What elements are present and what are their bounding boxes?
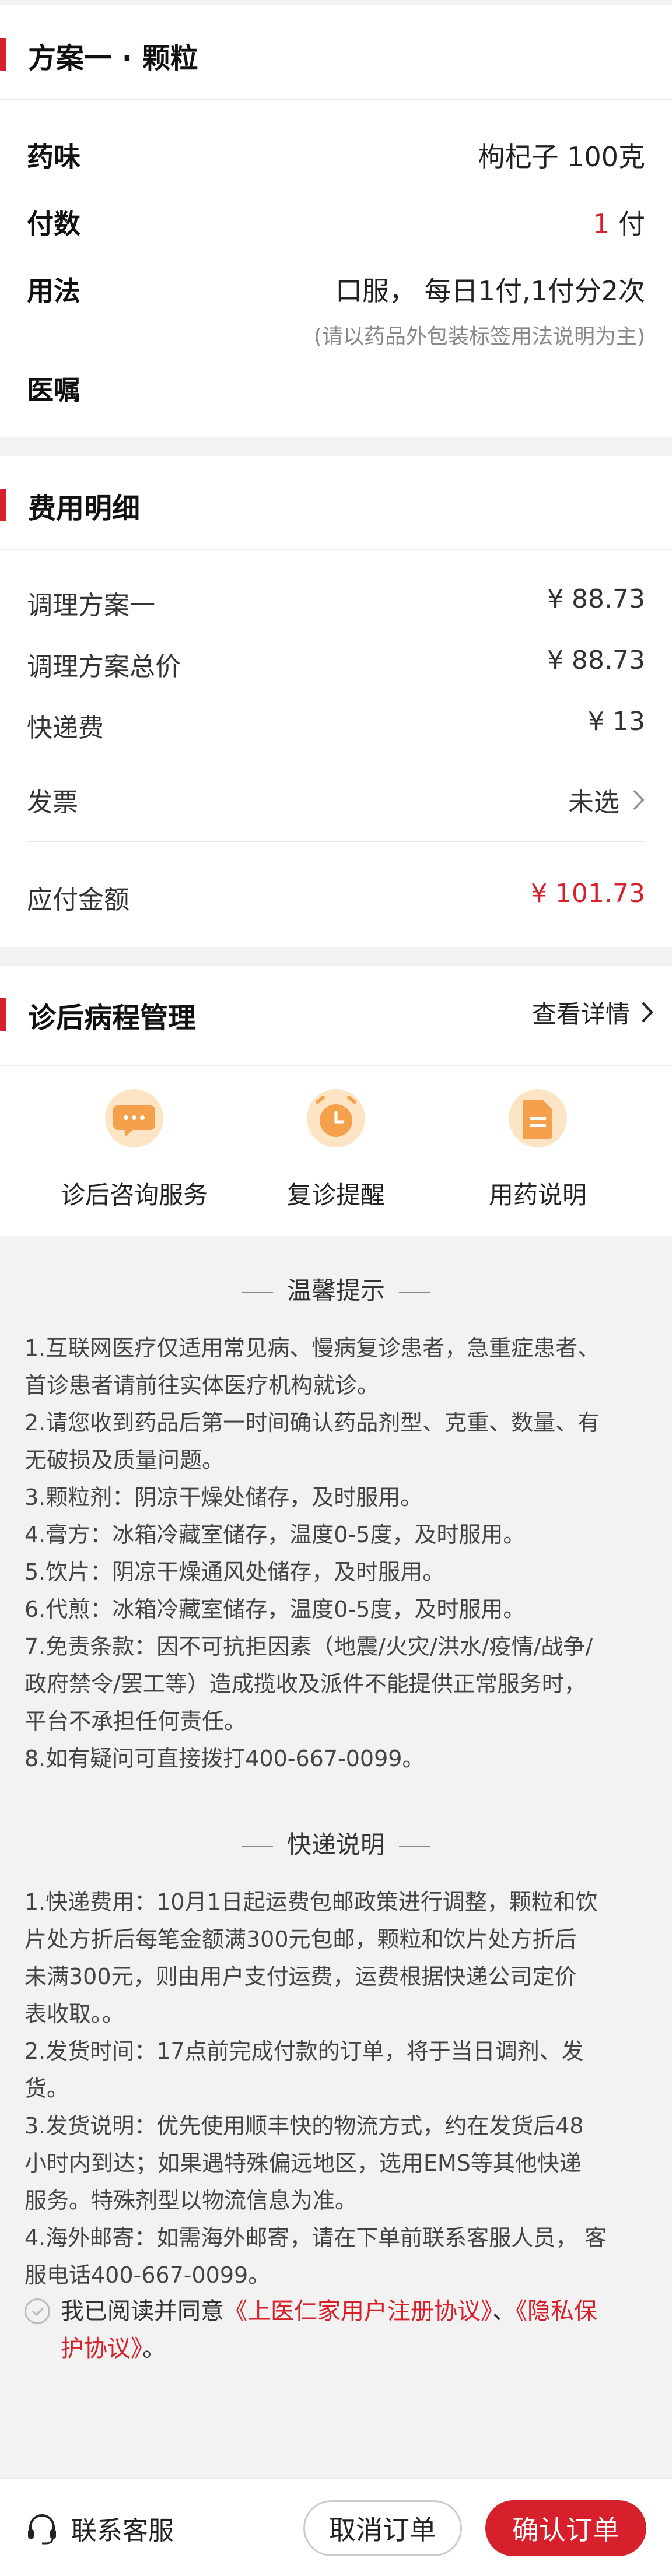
check-icon bbox=[32, 2307, 44, 2317]
express-line: 小时内到达；如果遇特殊偏远地区，选用EMS等其他快递 bbox=[24, 2150, 582, 2176]
customer-service-label: 联系客服 bbox=[71, 2516, 174, 2546]
plan-title: 方案一 · 颗粒 bbox=[28, 42, 198, 75]
express-line: 片处方折后每笔金额满300元包邮，颗粒和饮片处方折后 bbox=[24, 1926, 577, 1952]
herb-label: 药味 bbox=[27, 141, 80, 173]
express-line: 未满300元，则由用户支付运费，运费根据快递公司定价 bbox=[24, 1964, 577, 1989]
agreement-checkbox[interactable] bbox=[24, 2298, 50, 2324]
title-dash bbox=[399, 1845, 430, 1847]
tip-line: 4.膏方：冰箱冷藏室储存，温度0-5度，及时服用。 bbox=[24, 1522, 526, 1547]
agreement-text-line2: 护协议》。 bbox=[61, 2330, 166, 2367]
tips-section: 温馨提示 1.互联网医疗仅适用常见病、慢病复诊患者，急重症患者、 首诊患者请前往… bbox=[0, 1236, 672, 1819]
amount-due-value: ¥ 101.73 bbox=[531, 879, 645, 908]
tip-line: 平台不承担任何责任。 bbox=[24, 1708, 247, 1734]
express-line: 服务。特殊剂型以物流信息为准。 bbox=[24, 2188, 358, 2213]
divider bbox=[0, 549, 672, 550]
fee-plan-label: 调理方案一 bbox=[27, 591, 155, 620]
herb-value: 枸杞子 100克 bbox=[478, 141, 645, 173]
view-details-label: 查看详情 bbox=[531, 999, 630, 1029]
dose-count-unit: 付 bbox=[610, 208, 645, 240]
express-line: 货。 bbox=[24, 2076, 69, 2101]
alarm-clock-icon bbox=[316, 1096, 356, 1137]
dose-count-number: 1 bbox=[593, 208, 610, 240]
dose-count-label: 付数 bbox=[27, 208, 80, 240]
course-title: 诊后病程管理 bbox=[28, 1002, 197, 1034]
fee-plan-value: ¥ 88.73 bbox=[547, 584, 645, 614]
section-accent bbox=[0, 38, 6, 71]
express-line: 服电话400-667-0099。 bbox=[24, 2262, 271, 2288]
service-consult-item[interactable]: 诊后咨询服务 bbox=[47, 1082, 222, 1216]
advice-label: 医嘱 bbox=[27, 374, 80, 406]
dose-count-value: 1 付 bbox=[593, 203, 645, 241]
chevron-right-icon bbox=[633, 789, 645, 810]
document-icon bbox=[523, 1100, 552, 1139]
section-accent bbox=[0, 489, 6, 521]
tip-line: 5.饮片：阴凉干燥通风处储存，及时服用。 bbox=[24, 1559, 445, 1585]
tip-line: 无破损及质量问题。 bbox=[24, 1447, 225, 1473]
express-title: 快递说明 bbox=[286, 1830, 385, 1859]
privacy-agreement-link[interactable]: 《隐私保 bbox=[516, 2298, 597, 2325]
tips-title: 温馨提示 bbox=[286, 1276, 385, 1305]
tip-line: 政府禁令/罢工等）造成揽收及派件不能提供正常服务时， bbox=[24, 1671, 586, 1697]
invoice-label: 发票 bbox=[27, 788, 78, 817]
express-title-row: 快递说明 bbox=[0, 1825, 672, 1861]
headset-icon bbox=[28, 2514, 56, 2545]
section-accent bbox=[0, 998, 6, 1031]
tip-line: 2.请您收到药品后第一时间确认药品剂型、克重、数量、有 bbox=[24, 1410, 600, 1436]
customer-service-button[interactable]: 联系客服 bbox=[23, 2500, 174, 2556]
fee-total-plan-value: ¥ 88.73 bbox=[547, 645, 645, 675]
tips-title-row: 温馨提示 bbox=[0, 1271, 672, 1307]
confirm-order-button[interactable]: 确认订单 bbox=[485, 2500, 646, 2556]
express-line: 4.海外邮寄：如需海外邮寄，请在下单前联系客服人员， 客 bbox=[24, 2225, 607, 2251]
view-details-link[interactable]: 查看详情 bbox=[532, 995, 654, 1030]
chevron-right-icon bbox=[642, 1002, 653, 1023]
divider bbox=[0, 1065, 672, 1066]
tip-line: 1.互联网医疗仅适用常见病、慢病复诊患者，急重症患者、 bbox=[24, 1335, 600, 1361]
title-dash bbox=[241, 1291, 273, 1293]
tip-line: 首诊患者请前往实体医疗机构就诊。 bbox=[24, 1373, 380, 1398]
revisit-reminder-item[interactable]: 复诊提醒 bbox=[249, 1082, 424, 1216]
agreement-prefix: 我已阅读并同意 bbox=[61, 2298, 224, 2325]
tip-line: 8.如有疑问可直接拨打400-667-0099。 bbox=[24, 1746, 425, 1771]
express-line: 2.发货时间：17点前完成付款的订单，将于当日调剂、发 bbox=[24, 2038, 584, 2064]
medication-guide-label: 用药说明 bbox=[488, 1181, 587, 1209]
invoice-value: 未选 bbox=[568, 788, 620, 817]
fee-total-plan-label: 调理方案总价 bbox=[27, 652, 181, 682]
invoice-row[interactable]: 发票 未选 bbox=[0, 759, 672, 829]
shipping-fee-label: 快递费 bbox=[27, 713, 104, 743]
fees-title: 费用明细 bbox=[28, 492, 141, 525]
agreement-suffix: 。 bbox=[142, 2335, 166, 2362]
tip-line: 7.免责条款：因不可抗拒因素（地震/火灾/洪水/疫情/战争/ bbox=[24, 1634, 593, 1659]
divider bbox=[27, 841, 645, 842]
privacy-agreement-link-cont[interactable]: 护协议》 bbox=[61, 2335, 142, 2362]
amount-due-label: 应付金额 bbox=[27, 885, 130, 915]
express-line: 3.发货说明：优先使用顺丰快的物流方式，约在发货后48 bbox=[24, 2113, 584, 2139]
top-strip bbox=[0, 0, 672, 5]
agreement-text: 我已阅读并同意《上医仁家用户注册协议》、《隐私保 bbox=[61, 2293, 650, 2330]
tip-line: 3.颗粒剂：阴凉干燥处储存，及时服用。 bbox=[24, 1484, 423, 1510]
usage-label: 用法 bbox=[27, 275, 80, 307]
divider bbox=[0, 99, 672, 100]
medication-guide-item[interactable]: 用药说明 bbox=[450, 1082, 625, 1216]
course-card: 诊后病程管理 查看详情 诊后咨询服务 复诊提醒 用药说明 bbox=[0, 966, 672, 1236]
revisit-reminder-label: 复诊提醒 bbox=[286, 1181, 385, 1209]
chat-bubble-icon bbox=[113, 1105, 155, 1137]
title-dash bbox=[399, 1291, 430, 1293]
title-dash bbox=[241, 1845, 273, 1847]
express-line: 1.快递费用：10月1日起运费包邮政策进行调整，颗粒和饮 bbox=[24, 1889, 598, 1915]
cancel-order-button[interactable]: 取消订单 bbox=[303, 2500, 462, 2556]
tip-line: 6.代煎：冰箱冷藏室储存，温度0-5度，及时服用。 bbox=[24, 1596, 526, 1622]
shipping-fee-value: ¥ 13 bbox=[588, 707, 645, 736]
usage-value: 口服， 每日1付,1付分2次 bbox=[335, 275, 645, 307]
bottom-action-bar: 联系客服 取消订单 确认订单 bbox=[0, 2478, 672, 2576]
agreement-sep: 、 bbox=[492, 2298, 516, 2325]
usage-note: (请以药品外包装标签用法说明为主) bbox=[313, 325, 645, 349]
express-section: 快递说明 1.快递费用：10月1日起运费包邮政策进行调整，颗粒和饮 片处方折后每… bbox=[0, 1808, 672, 2449]
user-agreement-link[interactable]: 《上医仁家用户注册协议》 bbox=[224, 2298, 492, 2325]
fees-card: 费用明细 调理方案一 ¥ 88.73 调理方案总价 ¥ 88.73 快递费 ¥ … bbox=[0, 456, 672, 947]
service-consult-label: 诊后咨询服务 bbox=[60, 1181, 208, 1209]
express-line: 表收取。。 bbox=[24, 2001, 125, 2027]
plan-card: 方案一 · 颗粒 药味 枸杞子 100克 付数 1 付 用法 口服， 每日1付,… bbox=[0, 5, 672, 437]
